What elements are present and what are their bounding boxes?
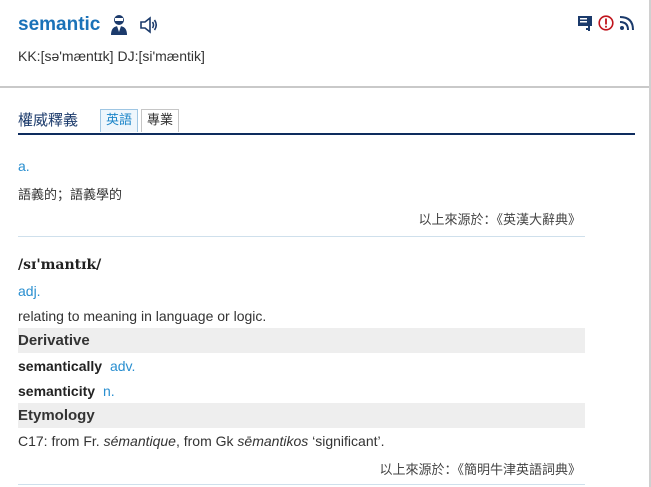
authoritative-definition-title: 權威釋義	[18, 111, 79, 129]
etymology-french-word: sémantique	[103, 433, 176, 449]
definition-text: relating to meaning in language or logic…	[18, 308, 267, 324]
definition-tabs: 權威釋義 英語 專業	[18, 108, 635, 135]
bookmark-icon[interactable]	[577, 15, 593, 31]
phonetic-transcription: KK:[sə'mæntɪk] DJ:[si'mæntik]	[18, 48, 205, 64]
etymology-header: Etymology	[18, 403, 585, 428]
etymology-label: Etymology	[18, 407, 95, 424]
derivative-word[interactable]: semanticity	[18, 383, 95, 399]
rss-icon[interactable]	[619, 15, 635, 31]
word-header: semantic KK:[sə'mæntɪk] DJ:[si'mæntik]	[0, 0, 649, 88]
etymology-middle: , from Gk	[175, 433, 238, 449]
pos-label: adj.	[18, 283, 41, 299]
etymology-suffix: ‘significant’.	[308, 433, 385, 449]
derivative-item: semantically adv.	[18, 358, 135, 374]
derivative-word[interactable]: semantically	[18, 358, 102, 374]
etymology-prefix: C17: from Fr.	[18, 433, 104, 449]
phonetic-label: /sɪ'mantɪk/	[18, 257, 102, 273]
etymology-greek-word: sēmantikos	[237, 433, 309, 449]
etymology-text: C17: from Fr. sémantique, from Gk sēmant…	[18, 433, 385, 449]
source-attribution: 以上來源於：《簡明牛津英語詞典》	[379, 463, 581, 478]
pos-label: a.	[18, 158, 30, 174]
alert-icon[interactable]	[598, 15, 614, 31]
person-icon[interactable]	[109, 14, 129, 36]
definition-text: 語義的；語義學的	[18, 188, 123, 203]
derivative-item: semanticity n.	[18, 383, 115, 399]
headword: semantic	[18, 14, 101, 35]
derivative-pos: adv.	[109, 358, 136, 374]
section-divider	[18, 484, 585, 485]
tab-professional[interactable]: 專業	[141, 109, 180, 132]
toolbar	[577, 15, 635, 31]
source-attribution: 以上來源於：《英漢大辭典》	[418, 213, 581, 228]
derivative-label: Derivative	[18, 332, 90, 349]
section-divider	[18, 236, 585, 237]
speaker-icon[interactable]	[139, 16, 159, 34]
derivative-pos: n.	[102, 383, 115, 399]
derivative-header: Derivative	[18, 328, 585, 353]
tab-english[interactable]: 英語	[100, 109, 139, 132]
